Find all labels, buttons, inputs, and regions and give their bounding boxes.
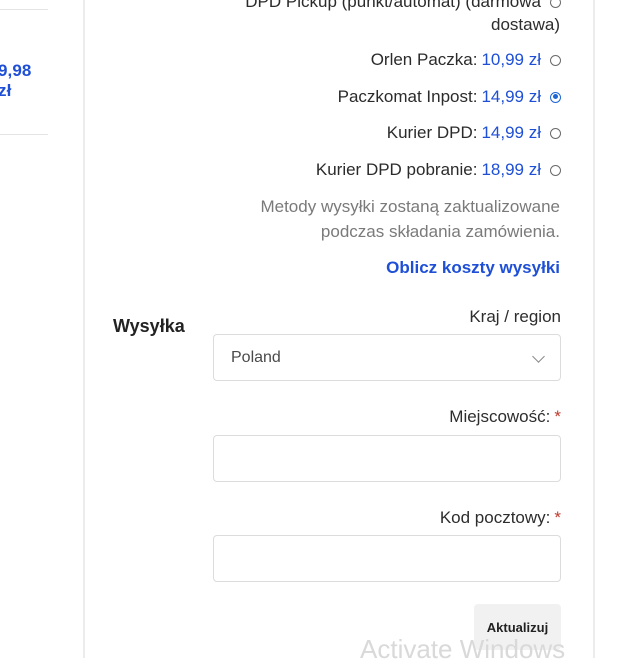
shipping-option-dpd-pickup[interactable]: DPD Pickup (punkt/automat) (darmowa [245, 0, 561, 12]
country-label: Kraj / region [469, 307, 561, 326]
section-label-shipping: Wysyłka [113, 316, 185, 336]
left-price: 9,98 zł [0, 61, 32, 100]
option-label: Kurier DPD: [386, 123, 478, 142]
option-label: Paczkomat Inpost: [337, 87, 478, 106]
option-label-continuation: dostawa) [491, 15, 560, 34]
shipping-option-orlen[interactable]: Orlen Paczka: 10,99 zł [371, 50, 561, 70]
city-label-text: Miejscowość: [449, 407, 551, 426]
required-mark: * [554, 508, 561, 527]
option-price: 14,99 zł [481, 87, 541, 106]
postcode-label-text: Kod pocztowy: [439, 508, 551, 527]
option-label: Kurier DPD pobranie: [315, 160, 478, 179]
radio-selected-icon[interactable] [550, 91, 561, 103]
city-input[interactable] [213, 435, 561, 482]
chevron-down-icon [532, 350, 545, 363]
activation-watermark: Activate Windows [360, 634, 566, 664]
postcode-input[interactable] [213, 535, 561, 582]
divider [0, 134, 48, 135]
radio-icon[interactable] [550, 127, 561, 139]
radio-icon[interactable] [550, 54, 561, 66]
country-value: Poland [231, 348, 281, 366]
city-label: Miejscowość: * [449, 407, 561, 427]
radio-icon[interactable] [550, 0, 561, 8]
shipping-note: podczas składania zamówienia. [320, 222, 560, 241]
radio-icon[interactable] [550, 164, 561, 176]
option-price: 14,99 zł [481, 123, 541, 142]
option-price: 18,99 zł [481, 160, 541, 179]
country-select[interactable]: Poland [213, 334, 561, 381]
postcode-label: Kod pocztowy: * [440, 508, 561, 528]
shipping-note: Metody wysyłki zostaną zaktualizowane [260, 197, 560, 216]
option-label: Orlen Paczka: [370, 50, 478, 69]
shipping-option-kurier-dpd[interactable]: Kurier DPD: 14,99 zł [387, 123, 561, 143]
divider [0, 9, 48, 10]
calculate-shipping-link[interactable]: Oblicz koszty wysyłki [386, 258, 560, 278]
shipping-option-paczkomat[interactable]: Paczkomat Inpost: 14,99 zł [338, 87, 561, 107]
required-mark: * [554, 407, 561, 426]
option-price: 10,99 zł [481, 50, 541, 69]
shipping-option-kurier-dpd-pobranie[interactable]: Kurier DPD pobranie: 18,99 zł [316, 160, 561, 180]
left-summary-column: 9,98 zł [0, 0, 48, 647]
option-label: DPD Pickup (punkt/automat) (darmowa [245, 0, 541, 11]
